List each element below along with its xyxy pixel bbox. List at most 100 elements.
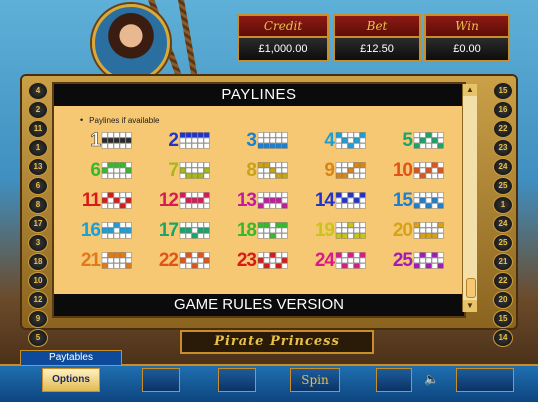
payline-cell-active [353, 162, 360, 168]
payline-cell [413, 227, 420, 234]
payline-marker: 22 [493, 120, 513, 138]
payline-cell [437, 227, 444, 234]
payline-cell [107, 132, 114, 138]
scroll-thumb[interactable] [466, 278, 476, 298]
payline-cell-active [425, 167, 432, 174]
payline-cell-active [101, 263, 108, 269]
payline-cell-active [191, 132, 198, 138]
payline-cell [191, 252, 198, 258]
payline-cell [179, 197, 186, 204]
payline-marker: 16 [493, 101, 513, 119]
payline-cell-active [281, 257, 288, 264]
payline-pattern [179, 252, 210, 269]
payline-cell [335, 203, 342, 209]
payline-number: 23 [236, 250, 257, 271]
payline-cell [419, 132, 426, 138]
payline-pattern [413, 222, 444, 239]
payline-number: 22 [158, 250, 179, 271]
paytables-tab[interactable]: Paytables [20, 350, 122, 366]
payline-cell [125, 233, 132, 239]
scroll-up-icon[interactable]: ▲ [463, 84, 477, 96]
payline-cell-active [419, 233, 426, 239]
options-button[interactable]: Options [42, 368, 100, 392]
payline-cell-active [125, 227, 132, 234]
payline-marker: 23 [493, 139, 513, 157]
control-button[interactable] [456, 368, 514, 392]
payline-cell [179, 203, 186, 209]
payline-cell [353, 173, 360, 179]
payline-cell-active [185, 132, 192, 138]
payline-13: 13 [228, 190, 289, 212]
payline-cell-active [257, 143, 264, 149]
payline-20: 20 [384, 220, 445, 242]
payline-cell-active [413, 263, 420, 269]
payline-number: 1 [90, 130, 101, 152]
payline-cell-active [437, 263, 444, 269]
payline-pattern [335, 222, 366, 239]
payline-cell [431, 227, 438, 234]
payline-cell [359, 227, 366, 234]
payline-cell-active [341, 263, 348, 269]
speaker-icon[interactable]: 🔈 [424, 372, 439, 386]
payline-cell [347, 173, 354, 179]
payline-17: 17 [150, 220, 211, 242]
payline-cell [125, 203, 132, 209]
payline-cell [257, 197, 264, 204]
payline-cell-active [257, 203, 264, 209]
payline-cell [107, 197, 114, 204]
payline-cell [353, 257, 360, 264]
payline-cell-active [191, 263, 198, 269]
payline-pattern [335, 252, 366, 269]
payline-cell-active [203, 257, 210, 264]
scroll-down-icon[interactable]: ▼ [463, 300, 477, 312]
payline-cell [431, 167, 438, 174]
payline-pattern [179, 222, 210, 239]
panel-scrollbar[interactable]: ▲ ▼ [462, 84, 477, 312]
payline-cell [425, 252, 432, 258]
payline-2: 2 [150, 130, 211, 152]
spin-button[interactable]: Spin [290, 368, 340, 392]
payline-cell-active [353, 263, 360, 269]
payline-cell [419, 203, 426, 209]
payline-cell [341, 143, 348, 149]
payline-cell [191, 257, 198, 264]
payline-cell [257, 167, 264, 174]
payline-cell [263, 167, 270, 174]
payline-cell [419, 162, 426, 168]
payline-cell-active [257, 222, 264, 228]
payline-cell-active [179, 257, 186, 264]
payline-cell [191, 222, 198, 228]
payline-cell [359, 257, 366, 264]
payline-cell-active [281, 222, 288, 228]
payline-cell [425, 222, 432, 228]
payline-cell [281, 137, 288, 144]
payline-cell [431, 263, 438, 269]
payline-cell-active [341, 137, 348, 144]
payline-number: 18 [236, 220, 257, 241]
payline-cell [269, 192, 276, 198]
payline-cell-active [341, 173, 348, 179]
payline-cell [269, 263, 276, 269]
payline-cell [413, 192, 420, 198]
payline-cell-active [191, 173, 198, 179]
control-button[interactable] [218, 368, 256, 392]
payline-cell [185, 222, 192, 228]
payline-number: 21 [80, 250, 101, 271]
payline-cell-active [263, 222, 270, 228]
payline-cell-active [101, 137, 108, 144]
payline-cell-active [359, 233, 366, 239]
payline-marker: 1 [28, 139, 48, 157]
payline-cell-active [203, 227, 210, 234]
control-button[interactable] [376, 368, 412, 392]
payline-cell-active [335, 173, 342, 179]
control-button[interactable] [142, 368, 180, 392]
payline-cell [437, 137, 444, 144]
payline-marker: 12 [28, 291, 48, 309]
payline-cell-active [107, 162, 114, 168]
payline-cell [431, 143, 438, 149]
payline-cell [119, 222, 126, 228]
payline-marker: 25 [493, 234, 513, 252]
payline-cell [275, 192, 282, 198]
payline-cell [101, 143, 108, 149]
payline-number: 9 [324, 160, 335, 181]
